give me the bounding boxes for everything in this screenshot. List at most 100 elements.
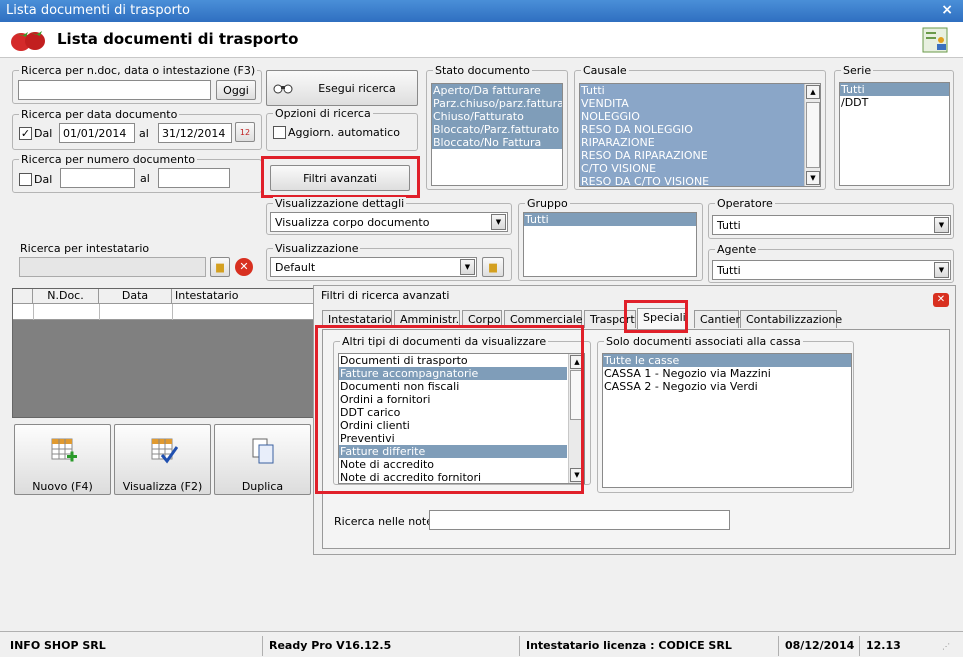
intestatario-input[interactable] bbox=[19, 257, 206, 277]
close-icon[interactable]: ✕ bbox=[933, 293, 949, 307]
stato-item[interactable]: Parz.chiuso/parz.fatturato bbox=[432, 97, 562, 110]
operatore-combo[interactable]: Tutti ▼ bbox=[712, 215, 951, 235]
stato-item[interactable]: Chiuso/Fatturato bbox=[432, 110, 562, 123]
search-date-label: Ricerca per data documento bbox=[19, 108, 180, 121]
chevron-down-icon[interactable]: ▼ bbox=[491, 214, 506, 230]
causale-item[interactable]: RIPARAZIONE bbox=[580, 136, 804, 149]
page-title: Lista documenti di trasporto bbox=[57, 30, 299, 48]
visualizzazione-value: Default bbox=[275, 261, 316, 274]
search-date-checkbox[interactable]: ✓ bbox=[19, 127, 32, 140]
date-to-input[interactable]: 31/12/2014 bbox=[158, 123, 232, 143]
status-company: INFO SHOP SRL bbox=[10, 639, 106, 652]
documents-grid[interactable]: N.Doc. Data Intestatario bbox=[12, 288, 315, 418]
advanced-title: Filtri di ricerca avanzati bbox=[321, 289, 450, 302]
causale-scrollbar[interactable]: ▲ ▼ bbox=[804, 84, 820, 186]
folder-icon[interactable]: ▆ bbox=[210, 257, 230, 277]
view-details-combo[interactable]: Visualizza corpo documento ▼ bbox=[270, 212, 508, 232]
view-button[interactable]: Visualizza (F2) bbox=[114, 424, 211, 495]
stato-listbox[interactable]: Aperto/Da fatturare Parz.chiuso/parz.fat… bbox=[431, 83, 563, 186]
agente-combo[interactable]: Tutti ▼ bbox=[712, 260, 951, 280]
causale-label: Causale bbox=[581, 64, 629, 77]
search-number-checkbox[interactable] bbox=[19, 173, 32, 186]
clear-icon[interactable]: ✕ bbox=[235, 258, 253, 276]
chevron-down-icon[interactable]: ▼ bbox=[934, 217, 949, 233]
status-version: Ready Pro V16.12.5 bbox=[262, 636, 517, 656]
stato-item[interactable]: Aperto/Da fatturare bbox=[432, 84, 562, 97]
table-row[interactable] bbox=[13, 304, 314, 320]
stato-item[interactable]: Bloccato/No Fattura bbox=[432, 136, 562, 149]
view-grid-icon bbox=[151, 438, 178, 464]
serie-item[interactable]: /DDT bbox=[840, 96, 949, 109]
intestatario-label: Ricerca per intestatario bbox=[20, 242, 150, 255]
stato-label: Stato documento bbox=[433, 64, 532, 77]
folder-icon[interactable]: ▆ bbox=[482, 257, 504, 277]
run-search-button[interactable]: Esegui ricerca bbox=[266, 70, 418, 106]
scroll-down-icon[interactable]: ▼ bbox=[806, 171, 820, 185]
search-number-group: Ricerca per numero documento Dal al bbox=[12, 153, 262, 193]
new-grid-icon bbox=[51, 438, 77, 462]
search-doc-group: Ricerca per n.doc, data o intestazione (… bbox=[12, 64, 262, 104]
causale-item[interactable]: VENDITA bbox=[580, 97, 804, 110]
search-options-label: Opzioni di ricerca bbox=[273, 107, 373, 120]
search-doc-input[interactable] bbox=[18, 80, 211, 100]
gruppo-item[interactable]: Tutti bbox=[524, 213, 696, 226]
causale-item[interactable]: Tutti bbox=[580, 84, 804, 97]
chevron-down-icon[interactable]: ▼ bbox=[460, 259, 475, 275]
resize-grip-icon[interactable]: ⋰ bbox=[942, 642, 954, 654]
grid-col-intestatario[interactable]: Intestatario bbox=[172, 289, 314, 303]
causale-item[interactable]: RESO DA C/TO VISIONE bbox=[580, 175, 804, 186]
auto-update-checkbox[interactable] bbox=[273, 126, 286, 139]
causale-item[interactable]: NOLEGGIO bbox=[580, 110, 804, 123]
number-from-input[interactable] bbox=[60, 168, 135, 188]
operatore-value: Tutti bbox=[717, 219, 741, 232]
grid-divider bbox=[99, 304, 100, 320]
scroll-thumb[interactable] bbox=[806, 102, 820, 168]
cash-listbox[interactable]: Tutte le casse CASSA 1 - Negozio via Maz… bbox=[602, 353, 852, 488]
number-to-input[interactable] bbox=[158, 168, 230, 188]
calendar-icon[interactable]: 12 bbox=[235, 122, 255, 142]
highlight-box bbox=[624, 300, 688, 333]
serie-item[interactable]: Tutti bbox=[840, 83, 949, 96]
chevron-down-icon[interactable]: ▼ bbox=[934, 262, 949, 278]
grid-col-data[interactable]: Data bbox=[99, 289, 172, 303]
serie-label: Serie bbox=[841, 64, 874, 77]
date-from-input[interactable]: 01/01/2014 bbox=[59, 123, 135, 143]
scroll-up-icon[interactable]: ▲ bbox=[806, 85, 820, 99]
tab-contabilizzazione[interactable]: Contabilizzazione bbox=[740, 310, 842, 328]
window-titlebar: Lista documenti di trasporto × bbox=[0, 0, 963, 22]
run-search-label: Esegui ricerca bbox=[318, 81, 396, 95]
window-title: Lista documenti di trasporto bbox=[6, 3, 190, 18]
duplicate-icon bbox=[252, 438, 274, 464]
new-button[interactable]: Nuovo (F4) bbox=[14, 424, 111, 495]
users-list-icon[interactable] bbox=[921, 26, 949, 54]
serie-listbox[interactable]: Tutti /DDT bbox=[839, 82, 950, 186]
search-date-group: Ricerca per data documento ✓ Dal 01/01/2… bbox=[12, 108, 262, 150]
page-header: Lista documenti di trasporto bbox=[0, 22, 963, 58]
gruppo-group: Gruppo Tutti bbox=[518, 197, 703, 281]
grid-indicator-col bbox=[13, 289, 33, 303]
duplicate-button[interactable]: Duplica bbox=[214, 424, 311, 495]
gruppo-listbox[interactable]: Tutti bbox=[523, 212, 697, 277]
causale-listbox[interactable]: Tutti VENDITA NOLEGGIO RESO DA NOLEGGIO … bbox=[579, 83, 821, 187]
list-item[interactable]: Tutte le casse bbox=[603, 354, 851, 367]
stato-item[interactable]: Bloccato/Parz.fatturato bbox=[432, 123, 562, 136]
causale-item[interactable]: RESO DA NOLEGGIO bbox=[580, 123, 804, 136]
status-date: 08/12/2014 bbox=[778, 636, 858, 656]
cash-group: Solo documenti associati alla cassa Tutt… bbox=[597, 335, 854, 493]
visualizzazione-combo[interactable]: Default ▼ bbox=[270, 257, 477, 277]
date-from-label: Dal bbox=[34, 127, 53, 140]
close-icon[interactable]: × bbox=[941, 2, 953, 18]
notes-input[interactable] bbox=[429, 510, 730, 530]
list-item[interactable]: CASSA 2 - Negozio via Verdi bbox=[603, 380, 851, 393]
causale-item[interactable]: RESO DA RIPARAZIONE bbox=[580, 149, 804, 162]
search-number-label: Ricerca per numero documento bbox=[19, 153, 198, 166]
grid-col-ndoc[interactable]: N.Doc. bbox=[33, 289, 99, 303]
list-item[interactable]: CASSA 1 - Negozio via Mazzini bbox=[603, 367, 851, 380]
binoculars-icon bbox=[273, 84, 293, 94]
causale-item[interactable]: C/TO VISIONE bbox=[580, 162, 804, 175]
status-time: 12.13 bbox=[859, 636, 929, 656]
tab-cantieri[interactable]: Cantieri bbox=[694, 310, 743, 328]
today-button[interactable]: Oggi bbox=[216, 80, 256, 100]
view-label: Visualizza (F2) bbox=[122, 480, 203, 493]
grid-divider bbox=[33, 304, 34, 320]
